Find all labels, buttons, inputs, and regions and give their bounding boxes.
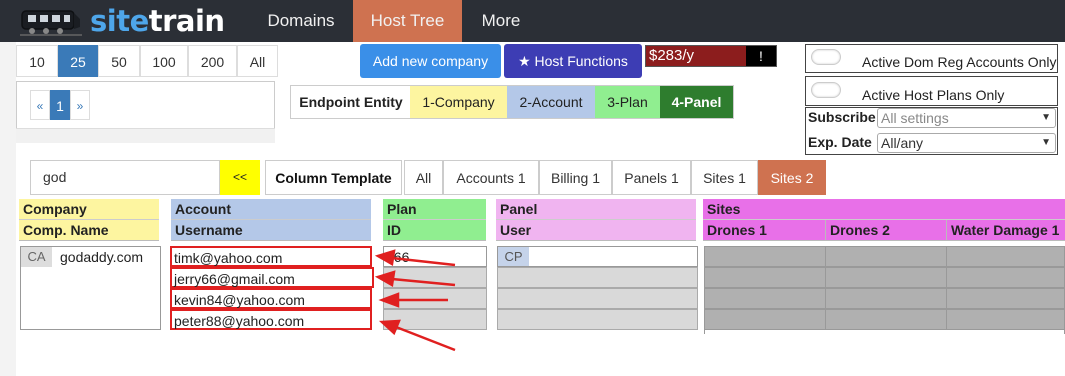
- account-username-cell[interactable]: timk@yahoo.com: [170, 246, 372, 267]
- sites-cell[interactable]: [704, 267, 826, 288]
- page-size-all[interactable]: All: [237, 45, 278, 77]
- company-group-header: Company: [19, 199, 159, 220]
- arrow-line: [391, 256, 456, 267]
- pager-next[interactable]: »: [70, 90, 90, 120]
- account-username-cell[interactable]: kevin84@yahoo.com: [170, 288, 372, 309]
- dom-reg-label: Active Dom Reg Accounts Only: [862, 54, 1057, 70]
- host-functions-label: Host Functions: [534, 53, 628, 69]
- company-type-badge: CA: [21, 247, 52, 267]
- star-icon: ★: [518, 53, 531, 69]
- price-alert-button[interactable]: !: [746, 46, 776, 66]
- pager-prev[interactable]: «: [30, 90, 50, 120]
- add-company-button[interactable]: Add new company: [360, 44, 501, 78]
- panel-user-cell[interactable]: [497, 288, 698, 309]
- sites-col-water-damage-1[interactable]: Water Damage 1: [946, 220, 1065, 241]
- page-size-200[interactable]: 200: [188, 45, 237, 77]
- panel-group-header: Panel: [496, 199, 696, 220]
- sites-cell[interactable]: [825, 309, 947, 330]
- host-plans-toggle[interactable]: [811, 82, 841, 98]
- arrow-head: [378, 292, 400, 308]
- search-collapse-button[interactable]: <<: [220, 160, 260, 195]
- panel-type-badge: CP: [498, 247, 529, 266]
- subscribe-value: All settings: [881, 110, 949, 126]
- endpoint-option-account[interactable]: 2-Account: [507, 86, 595, 118]
- sites-cell[interactable]: [704, 309, 826, 330]
- arrow-line: [391, 277, 456, 287]
- account-username-cell[interactable]: peter88@yahoo.com: [170, 309, 372, 330]
- exp-date-value: All/any: [881, 135, 924, 151]
- annotation-arrows: [374, 249, 456, 352]
- nav-tab-more[interactable]: More: [462, 0, 540, 42]
- dom-reg-toggle[interactable]: [811, 49, 841, 65]
- tab-billing-1[interactable]: Billing 1: [539, 160, 612, 195]
- column-template-label: Column Template: [265, 160, 402, 195]
- pager-scrollbar[interactable]: [16, 128, 275, 143]
- sites-grid-tail: [704, 330, 1065, 334]
- page-size-10[interactable]: 10: [16, 45, 58, 77]
- nav-tab-host-tree[interactable]: Host Tree: [353, 0, 462, 42]
- nav-tab-domains[interactable]: Domains: [250, 0, 352, 42]
- brand-train: train: [148, 4, 225, 38]
- endpoint-option-plan[interactable]: 3-Plan: [595, 86, 660, 118]
- sites-col-drones-1[interactable]: Drones 1: [703, 220, 825, 241]
- sites-cell[interactable]: [704, 246, 826, 267]
- company-name-header[interactable]: Comp. Name: [19, 220, 159, 241]
- chevron-down-icon: ▼: [1041, 137, 1051, 148]
- arrow-head: [374, 270, 396, 287]
- sites-cell[interactable]: [946, 288, 1065, 309]
- brand-site: site: [90, 4, 149, 38]
- page-size-100[interactable]: 100: [140, 45, 188, 77]
- sites-cell[interactable]: [946, 309, 1065, 330]
- plan-group-header: Plan: [383, 199, 486, 220]
- endpoint-option-company[interactable]: 1-Company: [410, 86, 507, 118]
- exp-date-select[interactable]: All/any ▼: [877, 133, 1056, 153]
- page-size-50[interactable]: 50: [98, 45, 140, 77]
- price-value: $283/y: [649, 47, 695, 64]
- pager-page-1[interactable]: 1: [50, 90, 70, 120]
- tab-accounts-1[interactable]: Accounts 1: [443, 160, 539, 195]
- sites-cell[interactable]: [704, 288, 826, 309]
- logo[interactable]: sitetrain: [20, 3, 225, 39]
- arrow-head: [374, 249, 396, 266]
- username-header[interactable]: Username: [171, 220, 371, 241]
- endpoint-option-panel[interactable]: 4-Panel: [660, 86, 733, 118]
- subscribe-label: Subscribe: [808, 109, 876, 125]
- account-group-header: Account: [171, 199, 371, 220]
- train-icon: [20, 10, 82, 36]
- sites-cell[interactable]: [825, 288, 947, 309]
- sites-cell[interactable]: [825, 267, 947, 288]
- tab-all[interactable]: All: [404, 160, 443, 195]
- sites-cell[interactable]: [825, 246, 947, 267]
- tab-panels-1[interactable]: Panels 1: [612, 160, 691, 195]
- chevron-down-icon: ▼: [1041, 112, 1051, 123]
- account-username-cell[interactable]: jerry66@gmail.com: [170, 267, 374, 288]
- search-input[interactable]: god: [30, 160, 220, 195]
- sites-col-drones-2[interactable]: Drones 2: [825, 220, 946, 241]
- host-functions-button[interactable]: ★ Host Functions: [504, 44, 642, 78]
- panel-user-cell[interactable]: [497, 309, 698, 330]
- exp-date-label: Exp. Date: [808, 134, 872, 150]
- tab-sites-1[interactable]: Sites 1: [691, 160, 758, 195]
- endpoint-entity-label: Endpoint Entity: [299, 94, 403, 110]
- arrow-head: [378, 319, 401, 336]
- panel-user-cell[interactable]: [497, 267, 698, 288]
- subscribe-select[interactable]: All settings ▼: [877, 108, 1056, 128]
- plan-id-header[interactable]: ID: [383, 220, 486, 241]
- sites-group-header: Sites: [703, 199, 1065, 220]
- arrow-line: [395, 325, 456, 352]
- sites-cell[interactable]: [946, 246, 1065, 267]
- company-name[interactable]: godaddy.com: [60, 247, 143, 267]
- tab-sites-2[interactable]: Sites 2: [758, 160, 826, 195]
- price-badge: $283/y !: [645, 45, 777, 67]
- sites-cell[interactable]: [946, 267, 1065, 288]
- panel-user-header[interactable]: User: [496, 220, 696, 241]
- page-size-25[interactable]: 25: [58, 45, 98, 77]
- host-plans-label: Active Host Plans Only: [862, 87, 1005, 103]
